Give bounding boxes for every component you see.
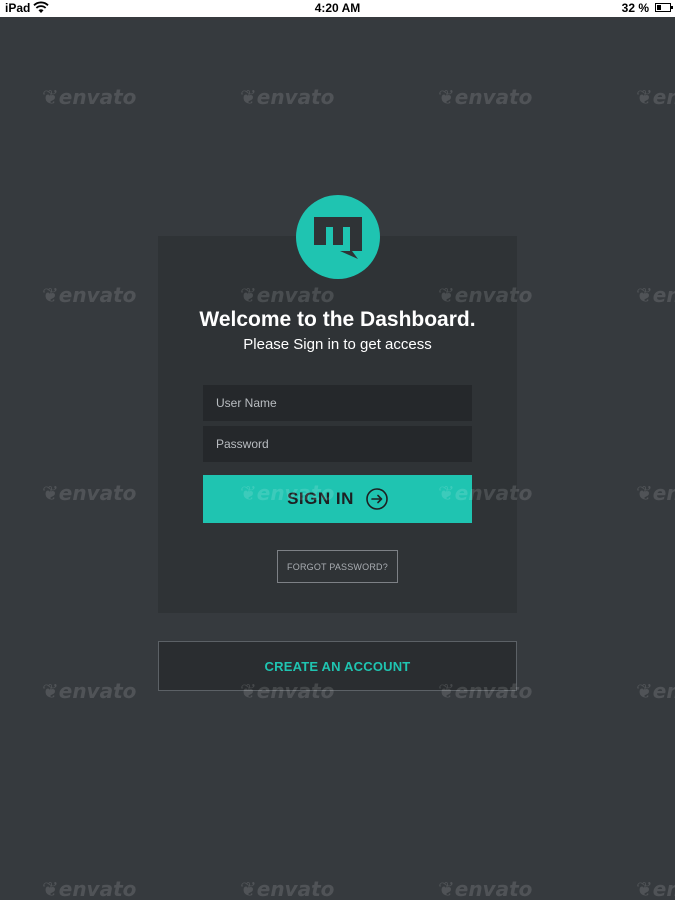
battery-level [657,5,661,10]
watermark-text: ❦envato [42,283,137,307]
page-title: Welcome to the Dashboard. [199,308,476,331]
sign-in-label: SIGN IN [287,489,354,508]
watermark-text: ❦envato [636,481,675,505]
watermark-text: ❦envato [42,877,137,900]
battery-icon [655,3,673,12]
watermark-text: ❦envato [636,679,675,703]
watermark-text: ❦envato [42,679,137,703]
create-account-button[interactable]: CREATE AN ACCOUNT [158,641,517,691]
watermark-text: ❦envato [636,877,675,900]
m-logo-icon [296,195,380,279]
watermark-text: ❦envato [636,283,675,307]
page-subtitle: Please Sign in to get access [243,336,432,353]
sign-in-button[interactable]: SIGN IN [203,475,472,523]
username-input[interactable] [203,385,472,421]
watermark-text: ❦envato [42,85,137,109]
forgot-password-button[interactable]: FORGOT PASSWORD? [277,550,398,583]
watermark-text: ❦envato [42,481,137,505]
password-input[interactable] [203,426,472,462]
watermark-text: ❦envato [240,85,335,109]
watermark-text: ❦envato [240,877,335,900]
status-bar: iPad 4:20 AM 32 % [0,0,675,17]
battery-percent: 32 % [621,1,649,15]
watermark-text: ❦envato [438,85,533,109]
arrow-right-circle-icon [366,488,388,510]
watermark-text: ❦envato [636,85,675,109]
clock: 4:20 AM [314,1,361,15]
watermark-text: ❦envato [438,877,533,900]
